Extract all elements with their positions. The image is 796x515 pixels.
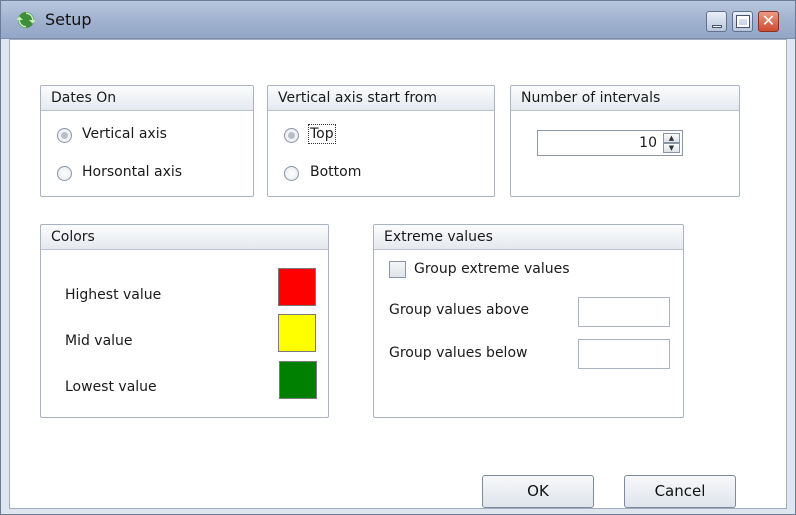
colors-group: Colors Highest value Mid value Lowest va…	[40, 224, 329, 418]
horizontal-axis-label[interactable]: Horsontal axis	[82, 164, 182, 180]
maximize-button[interactable]	[732, 11, 753, 32]
minimize-button[interactable]	[706, 11, 727, 32]
spinner-buttons: ▲ ▼	[663, 133, 680, 153]
mid-value-swatch[interactable]	[278, 314, 316, 352]
close-icon: ✕	[761, 11, 776, 30]
vertical-axis-start-title: Vertical axis start from	[278, 90, 437, 106]
vertical-axis-start-group: Vertical axis start from Top Bottom	[267, 85, 495, 197]
vertical-axis-radio[interactable]	[57, 128, 72, 143]
group-header: Number of intervals	[511, 86, 739, 111]
number-of-intervals-title: Number of intervals	[521, 90, 661, 106]
group-values-above-label: Group values above	[389, 302, 529, 318]
intervals-spinner[interactable]: 10 ▲ ▼	[537, 130, 683, 156]
group-header: Dates On	[41, 86, 253, 111]
extreme-values-group: Extreme values Group extreme values Grou…	[373, 224, 684, 418]
title-bar[interactable]: Setup ✕	[1, 1, 795, 39]
lowest-value-label: Lowest value	[65, 379, 157, 395]
group-values-above-input[interactable]	[578, 297, 670, 327]
intervals-value: 10	[639, 135, 657, 151]
group-header: Colors	[41, 225, 328, 250]
dates-on-title: Dates On	[51, 90, 117, 106]
spin-up-button[interactable]: ▲	[663, 133, 680, 143]
colors-title: Colors	[51, 229, 95, 245]
minimize-icon	[712, 25, 722, 28]
dialog-body: Dates On Vertical axis Horsontal axis Ve…	[9, 39, 787, 509]
group-values-below-label: Group values below	[389, 345, 528, 361]
window-title: Setup	[45, 10, 92, 29]
bottom-radio[interactable]	[284, 166, 299, 181]
chevron-down-icon: ▼	[668, 144, 675, 152]
group-values-below-input[interactable]	[578, 339, 670, 369]
vertical-axis-label[interactable]: Vertical axis	[82, 126, 167, 142]
lowest-value-swatch[interactable]	[279, 361, 317, 399]
dates-on-group: Dates On Vertical axis Horsontal axis	[40, 85, 254, 197]
chevron-up-icon: ▲	[668, 134, 675, 142]
close-button[interactable]: ✕	[758, 11, 779, 32]
highest-value-label: Highest value	[65, 287, 162, 303]
app-icon	[17, 12, 35, 28]
group-extreme-values-checkbox[interactable]	[389, 261, 406, 278]
group-extreme-values-label[interactable]: Group extreme values	[414, 261, 570, 277]
number-of-intervals-group: Number of intervals 10 ▲ ▼	[510, 85, 740, 197]
cancel-button[interactable]: Cancel	[624, 475, 736, 508]
setup-window: Setup ✕ Dates On Vertical axis Horsontal…	[0, 0, 796, 515]
highest-value-swatch[interactable]	[278, 268, 316, 306]
ok-button[interactable]: OK	[482, 475, 594, 508]
maximize-icon	[736, 15, 750, 28]
top-radio[interactable]	[284, 128, 299, 143]
top-label[interactable]: Top	[308, 124, 336, 144]
group-header: Extreme values	[374, 225, 683, 250]
bottom-label[interactable]: Bottom	[310, 164, 361, 180]
group-header: Vertical axis start from	[268, 86, 494, 111]
mid-value-label: Mid value	[65, 333, 133, 349]
horizontal-axis-radio[interactable]	[57, 166, 72, 181]
spin-down-button[interactable]: ▼	[663, 143, 680, 153]
extreme-values-title: Extreme values	[384, 229, 493, 245]
